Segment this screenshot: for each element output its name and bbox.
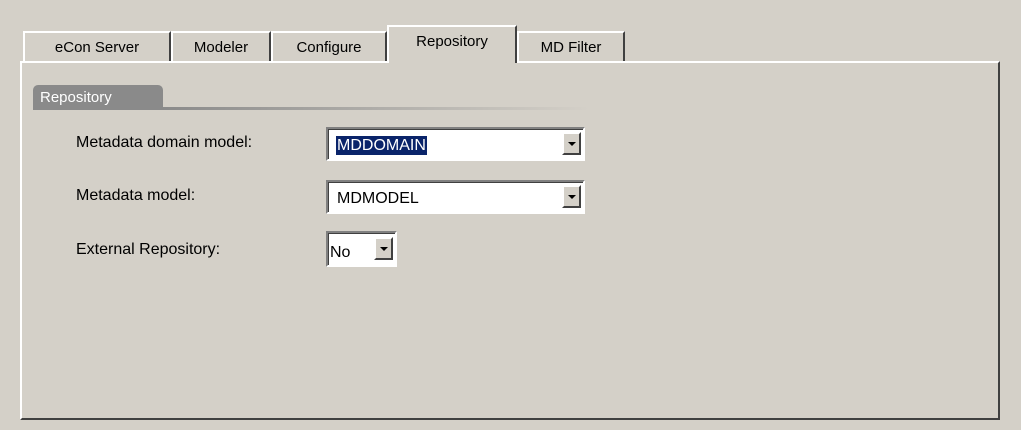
chevron-down-icon (379, 247, 388, 251)
tab-label: Configure (296, 38, 362, 56)
dropdown-button[interactable] (562, 132, 581, 155)
tab-repository[interactable]: Repository (387, 25, 517, 63)
tab-label: Modeler (193, 38, 249, 56)
metadata-model-label: Metadata model: (76, 187, 196, 204)
dropdown-button[interactable] (374, 237, 393, 260)
group-divider (160, 107, 590, 110)
settings-window: eCon Server Modeler Configure Repository… (0, 0, 1021, 430)
metadata-model-select[interactable]: MDMODEL (326, 180, 585, 214)
tab-label: eCon Server (54, 38, 140, 56)
metadata-domain-model-value: MDDOMAIN (336, 136, 427, 155)
metadata-domain-model-select[interactable]: MDDOMAIN (326, 127, 585, 161)
tab-label: MD Filter (540, 38, 602, 56)
tab-econ-server[interactable]: eCon Server (23, 31, 171, 61)
group-title: Repository (33, 85, 163, 110)
dropdown-button[interactable] (562, 185, 581, 208)
external-repository-select[interactable]: No (326, 231, 397, 267)
tab-md-filter[interactable]: MD Filter (517, 31, 625, 61)
metadata-domain-model-label: Metadata domain model: (76, 134, 253, 151)
chevron-down-icon (567, 195, 576, 199)
tab-label: Repository (416, 33, 488, 50)
metadata-model-value: MDMODEL (337, 190, 419, 207)
external-repository-value: No (330, 244, 351, 261)
tab-configure[interactable]: Configure (271, 31, 387, 61)
tab-modeler[interactable]: Modeler (171, 31, 271, 61)
external-repository-label: External Repository: (76, 241, 221, 258)
chevron-down-icon (567, 142, 576, 146)
